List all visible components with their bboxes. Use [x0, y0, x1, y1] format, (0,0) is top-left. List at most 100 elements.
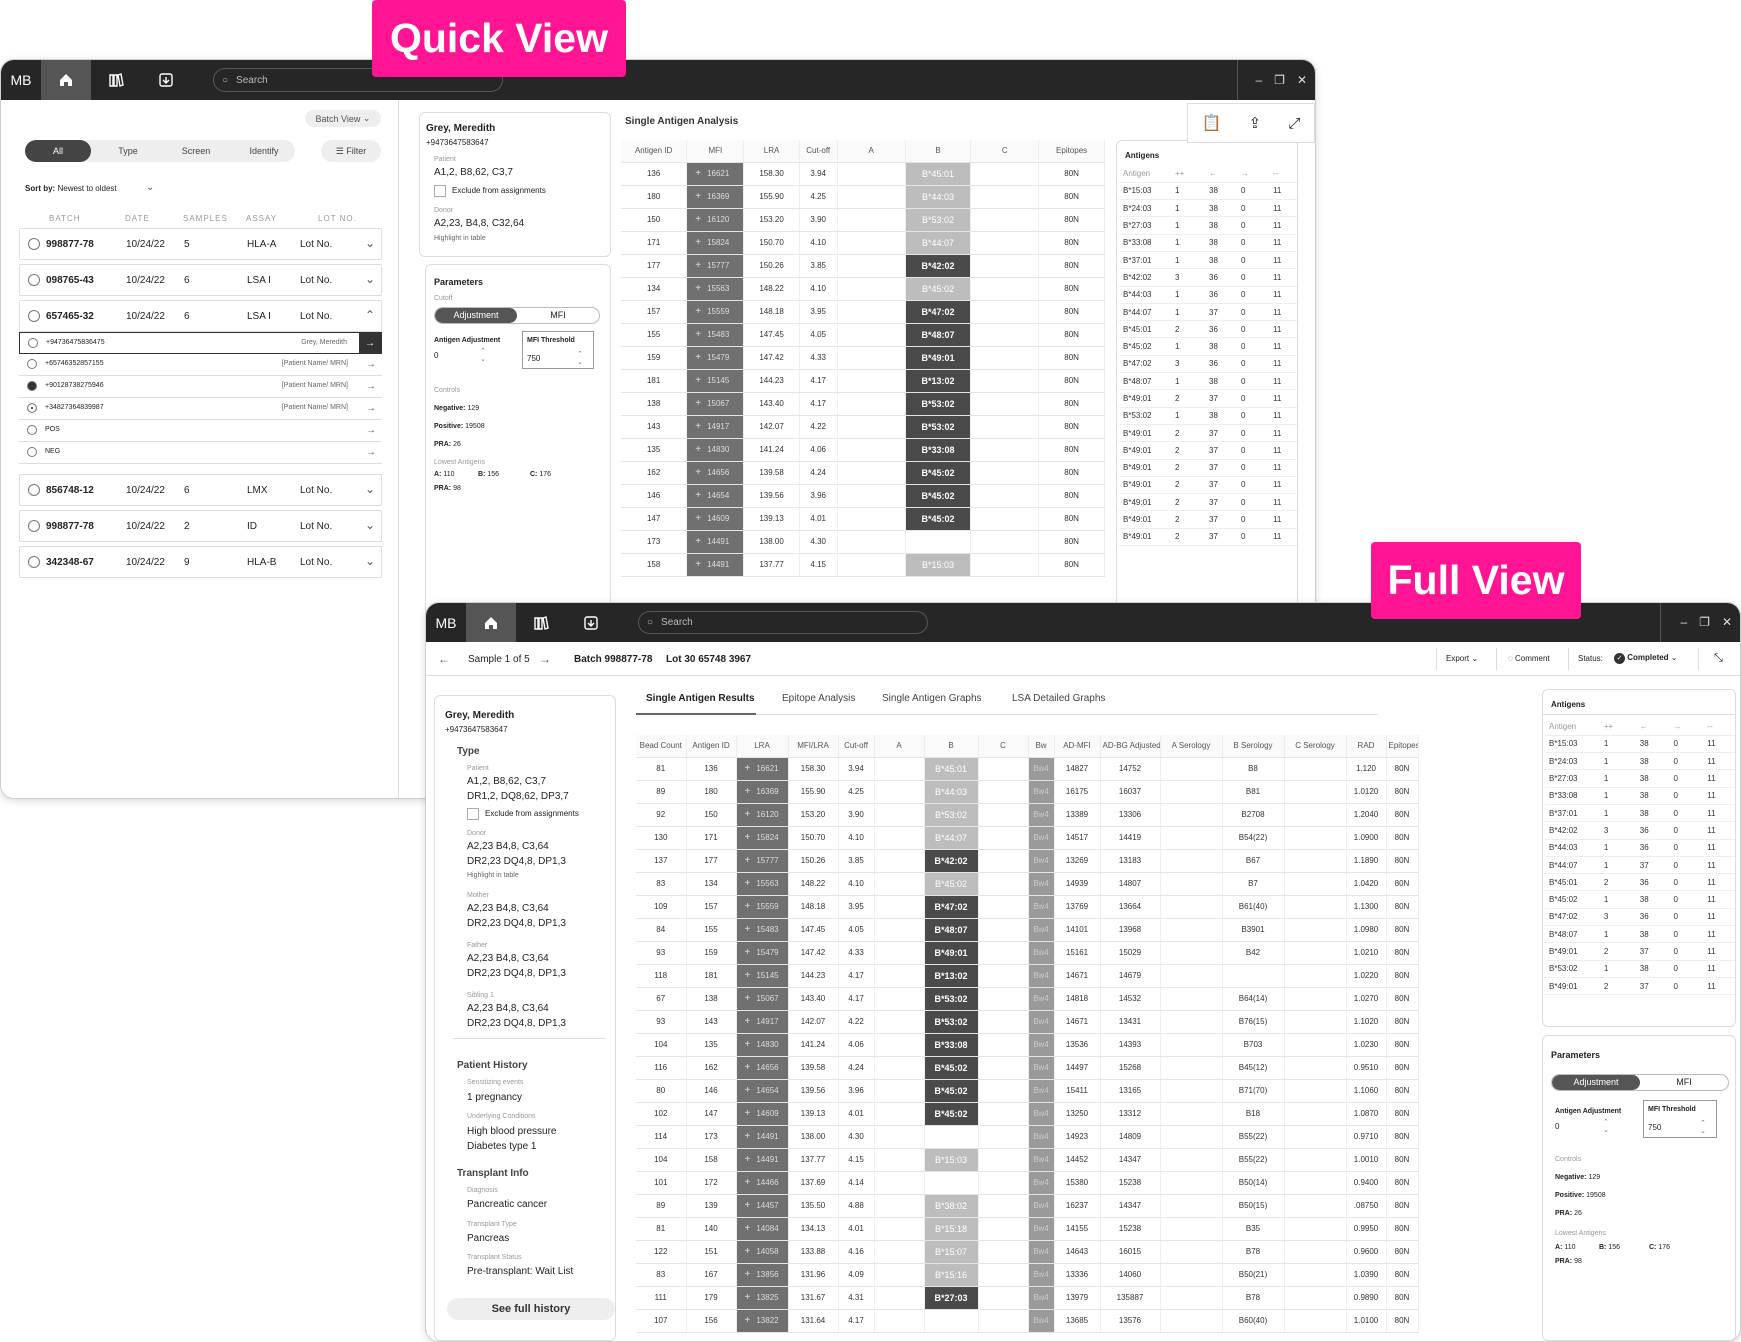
share-icon[interactable]: ⇪	[1249, 114, 1262, 132]
home-tab[interactable]	[41, 60, 91, 100]
column-header[interactable]: C Serology	[1284, 735, 1347, 758]
plus-icon[interactable]: +	[745, 1223, 751, 1234]
table-row[interactable]: 143 +14917 142.07 4.22 B*53:02 80N	[621, 415, 1105, 439]
table-row[interactable]: 111 179 +13825 131.67 4.31 B*27:03 Bw4 13979 135…	[636, 1286, 1419, 1310]
antigen-row[interactable]: B*47:02 3 36 0 11	[1545, 908, 1735, 927]
tab-epitope-analysis[interactable]: Epitope Analysis	[782, 693, 855, 704]
table-row[interactable]: 177 +15777 150.26 3.85 B*42:02 80N	[621, 254, 1105, 278]
antigen-row[interactable]: B*49:01 2 37 0 11	[1119, 493, 1297, 512]
see-full-history-button[interactable]: See full history	[447, 1298, 615, 1320]
sample-row[interactable]: +90128738275946 [Patient Name/ MRN] →	[19, 376, 382, 398]
antigen-row[interactable]: B*45:01 2 36 0 11	[1119, 320, 1297, 339]
sample-radio[interactable]	[27, 381, 37, 391]
plus-icon[interactable]: +	[695, 191, 701, 202]
column-header[interactable]: MFI	[686, 140, 745, 163]
comment-button[interactable]: ◌ Comment	[1508, 654, 1550, 663]
table-row[interactable]: 122 151 +14058 133.88 4.16 B*15:07 Bw4 14643 160…	[636, 1240, 1419, 1264]
arrow-right-icon[interactable]: →	[360, 420, 382, 441]
minimize-icon[interactable]: –	[1255, 73, 1262, 87]
plus-icon[interactable]: +	[745, 1016, 751, 1027]
plus-icon[interactable]: +	[745, 809, 751, 820]
column-header[interactable]: Bw	[1028, 735, 1055, 758]
table-row[interactable]: 116 162 +14656 139.58 4.24 B*45:02 Bw4 14497 152…	[636, 1056, 1419, 1080]
plus-icon[interactable]: +	[745, 947, 751, 958]
sample-radio[interactable]	[27, 359, 37, 369]
tab-single-antigen-graphs[interactable]: Single Antigen Graphs	[882, 693, 982, 704]
antigen-row[interactable]: B*37:01 1 38 0 11	[1119, 251, 1297, 270]
antigen-row[interactable]: B*45:02 1 38 0 11	[1545, 890, 1735, 909]
stepper-icon[interactable]: ⌃ ⌄	[577, 350, 583, 366]
batch-radio[interactable]	[28, 310, 40, 322]
table-row[interactable]: 173 +14491 138.00 4.30 80N	[621, 530, 1105, 554]
mfi-threshold-box[interactable]: MFI Threshold 750 ⌃ ⌄	[1643, 1100, 1717, 1138]
antigen-row[interactable]: B*53:02 1 38 0 11	[1545, 960, 1735, 978]
plus-icon[interactable]: +	[745, 924, 751, 935]
column-header[interactable]: C	[970, 140, 1040, 163]
table-row[interactable]: 137 177 +15777 150.26 3.85 B*42:02 Bw4 13269 131…	[636, 849, 1419, 873]
adjustment-toggle[interactable]: Adjustment MFI	[434, 307, 600, 324]
table-row[interactable]: 84 155 +15483 147.45 4.05 B*48:07 Bw4 14101 1396…	[636, 918, 1419, 942]
plus-icon[interactable]: +	[695, 444, 701, 455]
tab-single-antigen-results[interactable]: Single Antigen Results	[646, 693, 755, 704]
batch-radio[interactable]	[28, 556, 40, 568]
column-header[interactable]: C	[978, 735, 1029, 758]
antigen-row[interactable]: B*53:02 1 38 0 11	[1119, 407, 1297, 425]
antigen-row[interactable]: B*42:02 3 36 0 11	[1119, 268, 1297, 287]
sample-radio[interactable]	[27, 403, 37, 413]
antigen-row[interactable]: B*49:01 2 37 0 11	[1119, 528, 1297, 547]
arrow-right-icon[interactable]: →	[360, 398, 382, 419]
status-dropdown[interactable]: ✓ Completed ⌄	[1614, 653, 1678, 664]
plus-icon[interactable]: +	[745, 1177, 751, 1188]
chevron-down-icon[interactable]: ⌄	[365, 236, 375, 250]
antigen-row[interactable]: B*47:02 3 36 0 11	[1119, 355, 1297, 374]
plus-icon[interactable]: +	[695, 260, 701, 271]
plus-icon[interactable]: +	[695, 536, 701, 547]
table-row[interactable]: 92 150 +16120 153.20 3.90 B*53:02 Bw4 13389 1330…	[636, 803, 1419, 827]
column-header[interactable]: A	[874, 735, 925, 758]
column-header[interactable]: Antigen ID	[686, 735, 737, 758]
antigen-row[interactable]: B*49:01 2 37 0 11	[1119, 424, 1297, 443]
plus-icon[interactable]: +	[695, 559, 701, 570]
antigen-row[interactable]: B*33:08 1 38 0 11	[1119, 234, 1297, 252]
table-row[interactable]: 134 +15563 148.22 4.10 B*45:02 80N	[621, 277, 1105, 301]
table-row[interactable]: 102 147 +14609 139.13 4.01 B*45:02 Bw4 13250 133…	[636, 1102, 1419, 1126]
antigen-row[interactable]: B*45:01 2 36 0 11	[1545, 873, 1735, 892]
plus-icon[interactable]: +	[695, 513, 701, 524]
column-header[interactable]: Epitopes	[1386, 735, 1419, 758]
exclude-checkbox[interactable]	[467, 808, 479, 820]
home-tab[interactable]	[466, 603, 516, 642]
column-header[interactable]: Cut-off	[838, 735, 875, 758]
stepper-icon[interactable]: ⌃ ⌄	[1700, 1119, 1706, 1135]
exclude-checkbox[interactable]	[434, 185, 446, 197]
plus-icon[interactable]: +	[695, 306, 701, 317]
column-header[interactable]: AD-BG Adjusted	[1100, 735, 1161, 758]
plus-icon[interactable]: +	[745, 832, 751, 843]
sample-radio[interactable]	[27, 447, 37, 457]
prev-arrow-icon[interactable]: ←	[438, 652, 450, 666]
plus-icon[interactable]: +	[745, 786, 751, 797]
highlight-link[interactable]: Highlight in table	[467, 872, 519, 879]
column-header[interactable]: MFI/LRA	[788, 735, 839, 758]
table-row[interactable]: 67 138 +15067 143.40 4.17 B*53:02 Bw4 14818 1453…	[636, 987, 1419, 1011]
collapse-icon[interactable]: ⤡	[1714, 652, 1723, 665]
antigen-row[interactable]: B*49:01 2 37 0 11	[1119, 389, 1297, 408]
antigen-row[interactable]: B*37:01 1 38 0 11	[1545, 804, 1735, 823]
plus-icon[interactable]: +	[695, 421, 701, 432]
column-header[interactable]: A Serology	[1160, 735, 1223, 758]
antigen-row[interactable]: B*27:03 1 38 0 11	[1545, 769, 1735, 788]
table-row[interactable]: 147 +14609 139.13 4.01 B*45:02 80N	[621, 507, 1105, 531]
search-input[interactable]: ○ Search	[638, 611, 928, 634]
table-row[interactable]: 80 146 +14654 139.56 3.96 B*45:02 Bw4 15411 1316…	[636, 1079, 1419, 1103]
column-header[interactable]: B	[905, 140, 972, 163]
arrow-right-icon[interactable]: →	[360, 354, 382, 375]
antigen-adjustment-input[interactable]: 0	[434, 351, 438, 360]
arrow-right-icon[interactable]: →	[360, 376, 382, 397]
arrow-right-icon[interactable]: →	[360, 442, 382, 463]
antigen-row[interactable]: B*49:01 2 37 0 11	[1545, 942, 1735, 961]
batch-row[interactable]: 342348-67 10/24/22 9 HLA-B Lot No. ⌄	[19, 546, 382, 578]
column-header[interactable]: Antigen ID	[621, 140, 688, 163]
table-row[interactable]: 89 139 +14457 135.50 4.88 B*38:02 Bw4 16237 1434…	[636, 1194, 1419, 1218]
filter-button[interactable]: ☰ Filter	[321, 140, 381, 162]
column-header[interactable]: LRA	[743, 140, 800, 163]
plus-icon[interactable]: +	[695, 490, 701, 501]
